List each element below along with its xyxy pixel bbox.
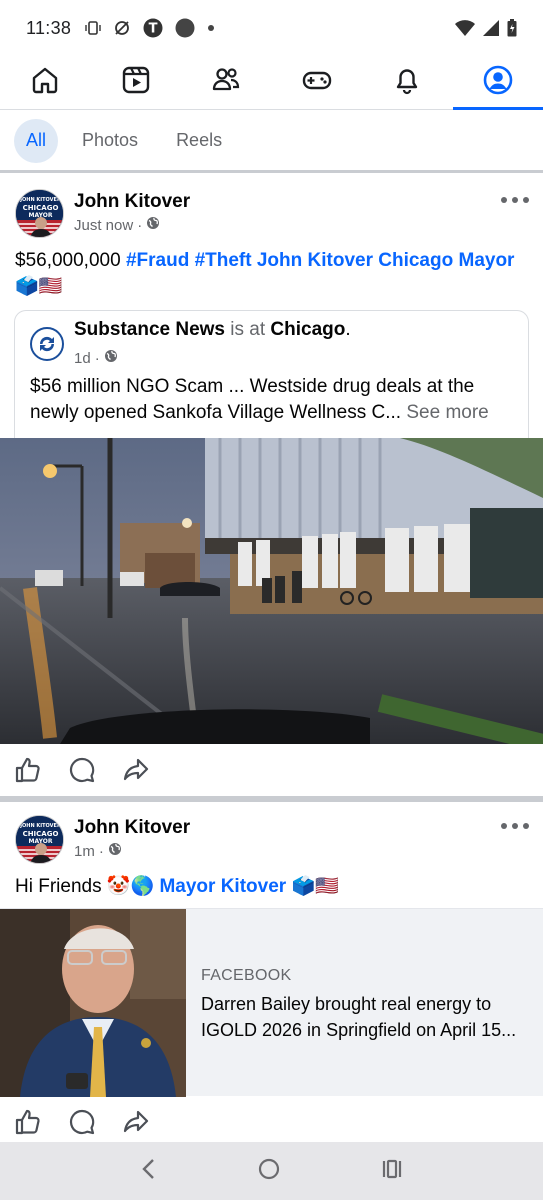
nav-notifications[interactable] bbox=[362, 56, 453, 109]
post-photo[interactable] bbox=[0, 438, 543, 744]
svg-text:JOHN KITOVER: JOHN KITOVER bbox=[19, 197, 61, 203]
svg-text:JOHN KITOVER: JOHN KITOVER bbox=[19, 823, 61, 829]
avatar[interactable]: JOHN KITOVER CHICAGO MAYOR bbox=[15, 815, 64, 864]
author-name[interactable]: John Kitover bbox=[74, 817, 190, 839]
svg-text:CHICAGO: CHICAGO bbox=[23, 204, 59, 212]
post-text: Hi Friends 🤡🌎 Mayor Kitover 🗳️🇺🇸 bbox=[15, 876, 339, 897]
shared-header: Substance News is at Chicago. bbox=[74, 319, 351, 340]
globe-icon bbox=[108, 842, 122, 860]
nav-home[interactable] bbox=[0, 56, 91, 109]
share-icon[interactable] bbox=[122, 1108, 150, 1136]
circle-icon bbox=[175, 18, 195, 38]
post-actions bbox=[14, 752, 214, 788]
page-logo[interactable] bbox=[30, 327, 64, 361]
friends-icon bbox=[211, 65, 241, 100]
filter-reels[interactable]: Reels bbox=[162, 119, 236, 163]
post-actions bbox=[14, 1104, 214, 1140]
post-card: JOHN KITOVER CHICAGO MAYOR John Kitover … bbox=[0, 802, 543, 1142]
like-icon[interactable] bbox=[14, 1108, 42, 1136]
avatar[interactable]: JOHN KITOVER CHICAGO MAYOR bbox=[15, 189, 64, 238]
post-meta: Just now · bbox=[74, 216, 190, 234]
author-name[interactable]: John Kitover bbox=[74, 191, 190, 213]
filter-tabs: All Photos Reels bbox=[0, 111, 543, 173]
comment-icon[interactable] bbox=[68, 1108, 96, 1136]
nav-gaming[interactable] bbox=[272, 56, 363, 109]
shared-body: $56 million NGO Scam ... Westside drug d… bbox=[30, 376, 489, 423]
no-sync-icon bbox=[113, 19, 131, 37]
post-time: 1m bbox=[74, 842, 95, 860]
filter-photos[interactable]: Photos bbox=[68, 119, 152, 163]
wifi-icon bbox=[455, 20, 475, 36]
video-icon bbox=[121, 65, 151, 100]
threads-icon: T bbox=[143, 18, 163, 38]
back-icon[interactable] bbox=[139, 1157, 159, 1186]
globe-icon bbox=[146, 216, 160, 234]
post-text: $56,000,000 #Fraud #Theft John Kitover C… bbox=[15, 250, 515, 297]
system-nav-bar bbox=[0, 1142, 543, 1200]
more-options-button[interactable] bbox=[501, 816, 529, 836]
link-thumbnail bbox=[0, 909, 186, 1097]
nav-video[interactable] bbox=[91, 56, 182, 109]
comment-icon[interactable] bbox=[68, 756, 96, 784]
profile-icon bbox=[482, 64, 514, 101]
share-icon[interactable] bbox=[122, 756, 150, 784]
shared-page-name[interactable]: Substance News bbox=[74, 319, 225, 340]
vibrate-icon bbox=[85, 20, 101, 36]
see-more-link[interactable]: See more bbox=[406, 402, 488, 423]
top-nav bbox=[0, 56, 543, 110]
dot-icon bbox=[207, 24, 215, 32]
battery-icon bbox=[507, 19, 517, 37]
globe-icon bbox=[104, 349, 118, 367]
post-meta: 1m · bbox=[74, 842, 190, 860]
post-header: JOHN KITOVER CHICAGO MAYOR John Kitover … bbox=[15, 815, 190, 864]
svg-text:T: T bbox=[149, 22, 158, 37]
link-preview-card[interactable]: FACEBOOK Darren Bailey brought real ener… bbox=[0, 908, 543, 1097]
bell-icon bbox=[392, 65, 422, 100]
svg-text:CHICAGO: CHICAGO bbox=[23, 830, 59, 838]
post-hashtags[interactable]: #Fraud #Theft John Kitover Chicago Mayor bbox=[126, 250, 515, 271]
nav-friends[interactable] bbox=[181, 56, 272, 109]
shared-meta: 1d · bbox=[74, 349, 118, 367]
post-header: JOHN KITOVER CHICAGO MAYOR John Kitover … bbox=[15, 189, 190, 238]
more-options-button[interactable] bbox=[501, 190, 529, 210]
home-button-icon[interactable] bbox=[257, 1157, 281, 1186]
link-source: FACEBOOK bbox=[201, 967, 292, 984]
like-icon[interactable] bbox=[14, 756, 42, 784]
status-time: 11:38 bbox=[26, 17, 72, 38]
gaming-icon bbox=[302, 65, 332, 100]
shared-post-card[interactable]: Substance News is at Chicago. 1d · $56 m… bbox=[14, 310, 529, 438]
recents-icon[interactable] bbox=[380, 1157, 404, 1186]
status-bar: 11:38 T bbox=[0, 0, 543, 56]
post-tag-link[interactable]: Mayor Kitover bbox=[159, 876, 286, 897]
shared-location[interactable]: Chicago bbox=[270, 319, 345, 340]
post-time: Just now bbox=[74, 216, 134, 234]
link-title[interactable]: Darren Bailey brought real energy to IGO… bbox=[201, 991, 531, 1043]
filter-all[interactable]: All bbox=[14, 118, 59, 163]
home-icon bbox=[30, 65, 60, 100]
post-card: JOHN KITOVER CHICAGO MAYOR John Kitover … bbox=[0, 176, 543, 796]
nav-profile[interactable] bbox=[452, 56, 543, 110]
signal-icon bbox=[483, 20, 499, 36]
